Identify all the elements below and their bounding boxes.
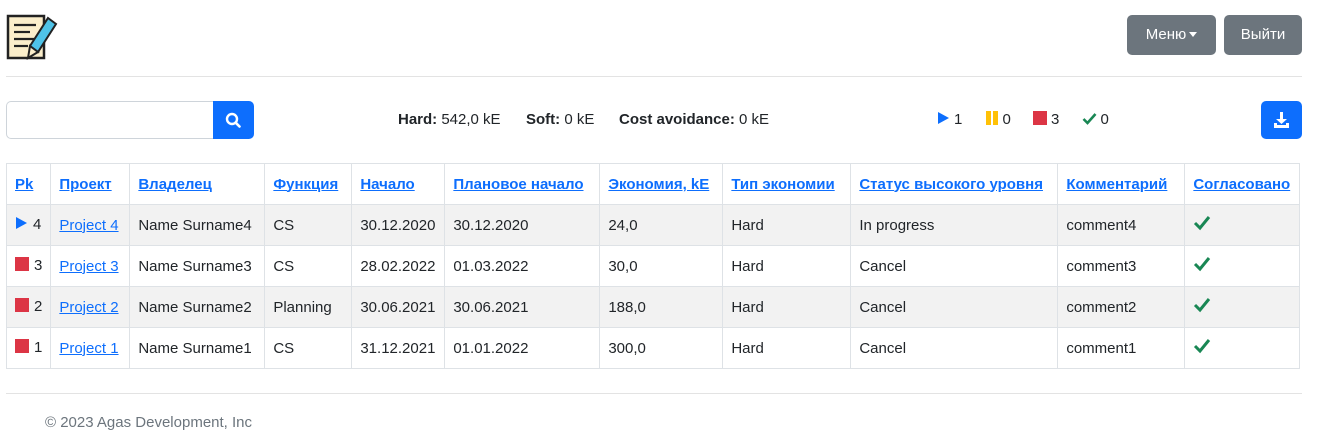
pk-cell: 2 (5, 286, 52, 328)
function-cell: Planning (264, 286, 353, 328)
savings-cell: 300,0 (599, 327, 724, 369)
projects-table: Pk Проект Владелец Функция Начало Планов… (5, 163, 1301, 369)
download-icon (1274, 112, 1289, 128)
project-cell: Project 3 (50, 245, 131, 287)
project-cell: Project 4 (50, 204, 131, 246)
column-header-approved[interactable]: Согласовано (1184, 163, 1301, 205)
column-header-planned-start[interactable]: Плановое начало (444, 163, 601, 205)
footer-copyright: © 2023 Agas Development, Inc (45, 414, 253, 431)
in-progress-counter[interactable]: 1 (937, 111, 962, 129)
comment-cell: comment2 (1057, 286, 1186, 328)
planned-start-cell: 30.12.2020 (444, 204, 601, 246)
stop-icon (1033, 111, 1048, 129)
start-cell: 28.02.2022 (351, 245, 446, 287)
footer-divider (6, 393, 1302, 394)
approved-cell (1184, 286, 1301, 328)
column-header-savings[interactable]: Экономия, kE (599, 163, 724, 205)
column-header-comment[interactable]: Комментарий (1057, 163, 1186, 205)
search-icon (225, 112, 241, 128)
approved-cell (1184, 327, 1301, 369)
savings-type-cell: Hard (722, 245, 852, 287)
comment-cell: comment1 (1057, 327, 1186, 369)
savings-cell: 188,0 (599, 286, 724, 328)
start-cell: 30.12.2020 (351, 204, 446, 246)
project-link[interactable]: Project 3 (59, 258, 118, 275)
play-icon (15, 216, 28, 234)
column-header-high-level-status[interactable]: Статус высокого уровня (850, 163, 1059, 205)
check-icon (1193, 298, 1211, 317)
savings-cell: 24,0 (599, 204, 724, 246)
notepad-pencil-logo-icon (6, 14, 58, 62)
pause-icon (985, 111, 999, 129)
comment-cell: comment3 (1057, 245, 1186, 287)
logout-button[interactable]: Выйти (1224, 15, 1302, 55)
approved-cell (1184, 204, 1301, 246)
planned-start-cell: 01.01.2022 (444, 327, 601, 369)
cost-avoidance-stat: Cost avoidance: 0 kE (619, 111, 770, 128)
column-header-owner[interactable]: Владелец (129, 163, 266, 205)
approved-cell (1184, 245, 1301, 287)
column-header-function[interactable]: Функция (264, 163, 353, 205)
caret-down-icon (1189, 32, 1198, 37)
project-link[interactable]: Project 2 (59, 299, 118, 316)
header: Меню Выйти (6, 14, 1302, 62)
check-icon (1193, 257, 1211, 276)
cancelled-counter[interactable]: 3 (1033, 111, 1059, 129)
planned-start-cell: 30.06.2021 (444, 286, 601, 328)
check-icon (1193, 216, 1211, 235)
pk-cell: 3 (5, 245, 52, 287)
pk-cell: 4 (5, 204, 52, 246)
stop-icon (15, 257, 29, 275)
savings-cell: 30,0 (599, 245, 724, 287)
search-input[interactable] (6, 101, 214, 139)
table-row: 3 Project 3 Name Surname3 CS 28.02.2022 … (5, 245, 1301, 287)
owner-cell: Name Surname2 (129, 286, 266, 328)
column-header-savings-type[interactable]: Тип экономии (722, 163, 852, 205)
column-header-pk[interactable]: Pk (5, 163, 52, 205)
owner-cell: Name Surname1 (129, 327, 266, 369)
check-icon (1193, 339, 1211, 358)
pk-cell: 1 (5, 327, 52, 369)
status-counters: 1 0 3 0 (937, 111, 1127, 129)
table-row: 4 Project 4 Name Surname4 CS 30.12.2020 … (5, 204, 1301, 246)
savings-type-cell: Hard (722, 286, 852, 328)
function-cell: CS (264, 204, 353, 246)
project-link[interactable]: Project 4 (59, 217, 118, 234)
start-cell: 31.12.2021 (351, 327, 446, 369)
header-divider (6, 76, 1302, 77)
table-row: 2 Project 2 Name Surname2 Planning 30.06… (5, 286, 1301, 328)
status-cell: Cancel (850, 286, 1059, 328)
project-link[interactable]: Project 1 (59, 340, 118, 357)
project-cell: Project 1 (50, 327, 131, 369)
hard-stat: Hard: 542,0 kE (398, 111, 501, 128)
owner-cell: Name Surname3 (129, 245, 266, 287)
status-cell: Cancel (850, 245, 1059, 287)
project-cell: Project 2 (50, 286, 131, 328)
menu-label: Меню (1145, 26, 1187, 43)
savings-type-cell: Hard (722, 327, 852, 369)
owner-cell: Name Surname4 (129, 204, 266, 246)
table-row: 1 Project 1 Name Surname1 CS 31.12.2021 … (5, 327, 1301, 369)
column-header-project[interactable]: Проект (50, 163, 131, 205)
menu-dropdown-button[interactable]: Меню (1127, 15, 1216, 55)
check-icon (1082, 112, 1097, 129)
column-header-start[interactable]: Начало (351, 163, 446, 205)
savings-type-cell: Hard (722, 204, 852, 246)
download-button[interactable] (1261, 101, 1302, 139)
start-cell: 30.06.2021 (351, 286, 446, 328)
paused-counter[interactable]: 0 (985, 111, 1011, 129)
search-button[interactable] (213, 101, 254, 139)
status-cell: Cancel (850, 327, 1059, 369)
status-cell: In progress (850, 204, 1059, 246)
function-cell: CS (264, 245, 353, 287)
stop-icon (15, 298, 29, 316)
comment-cell: comment4 (1057, 204, 1186, 246)
planned-start-cell: 01.03.2022 (444, 245, 601, 287)
stop-icon (15, 339, 29, 357)
table-header-row: Pk Проект Владелец Функция Начало Планов… (5, 163, 1301, 205)
function-cell: CS (264, 327, 353, 369)
soft-stat: Soft: 0 kE (526, 111, 595, 128)
play-icon (937, 111, 950, 129)
done-counter[interactable]: 0 (1082, 111, 1109, 129)
